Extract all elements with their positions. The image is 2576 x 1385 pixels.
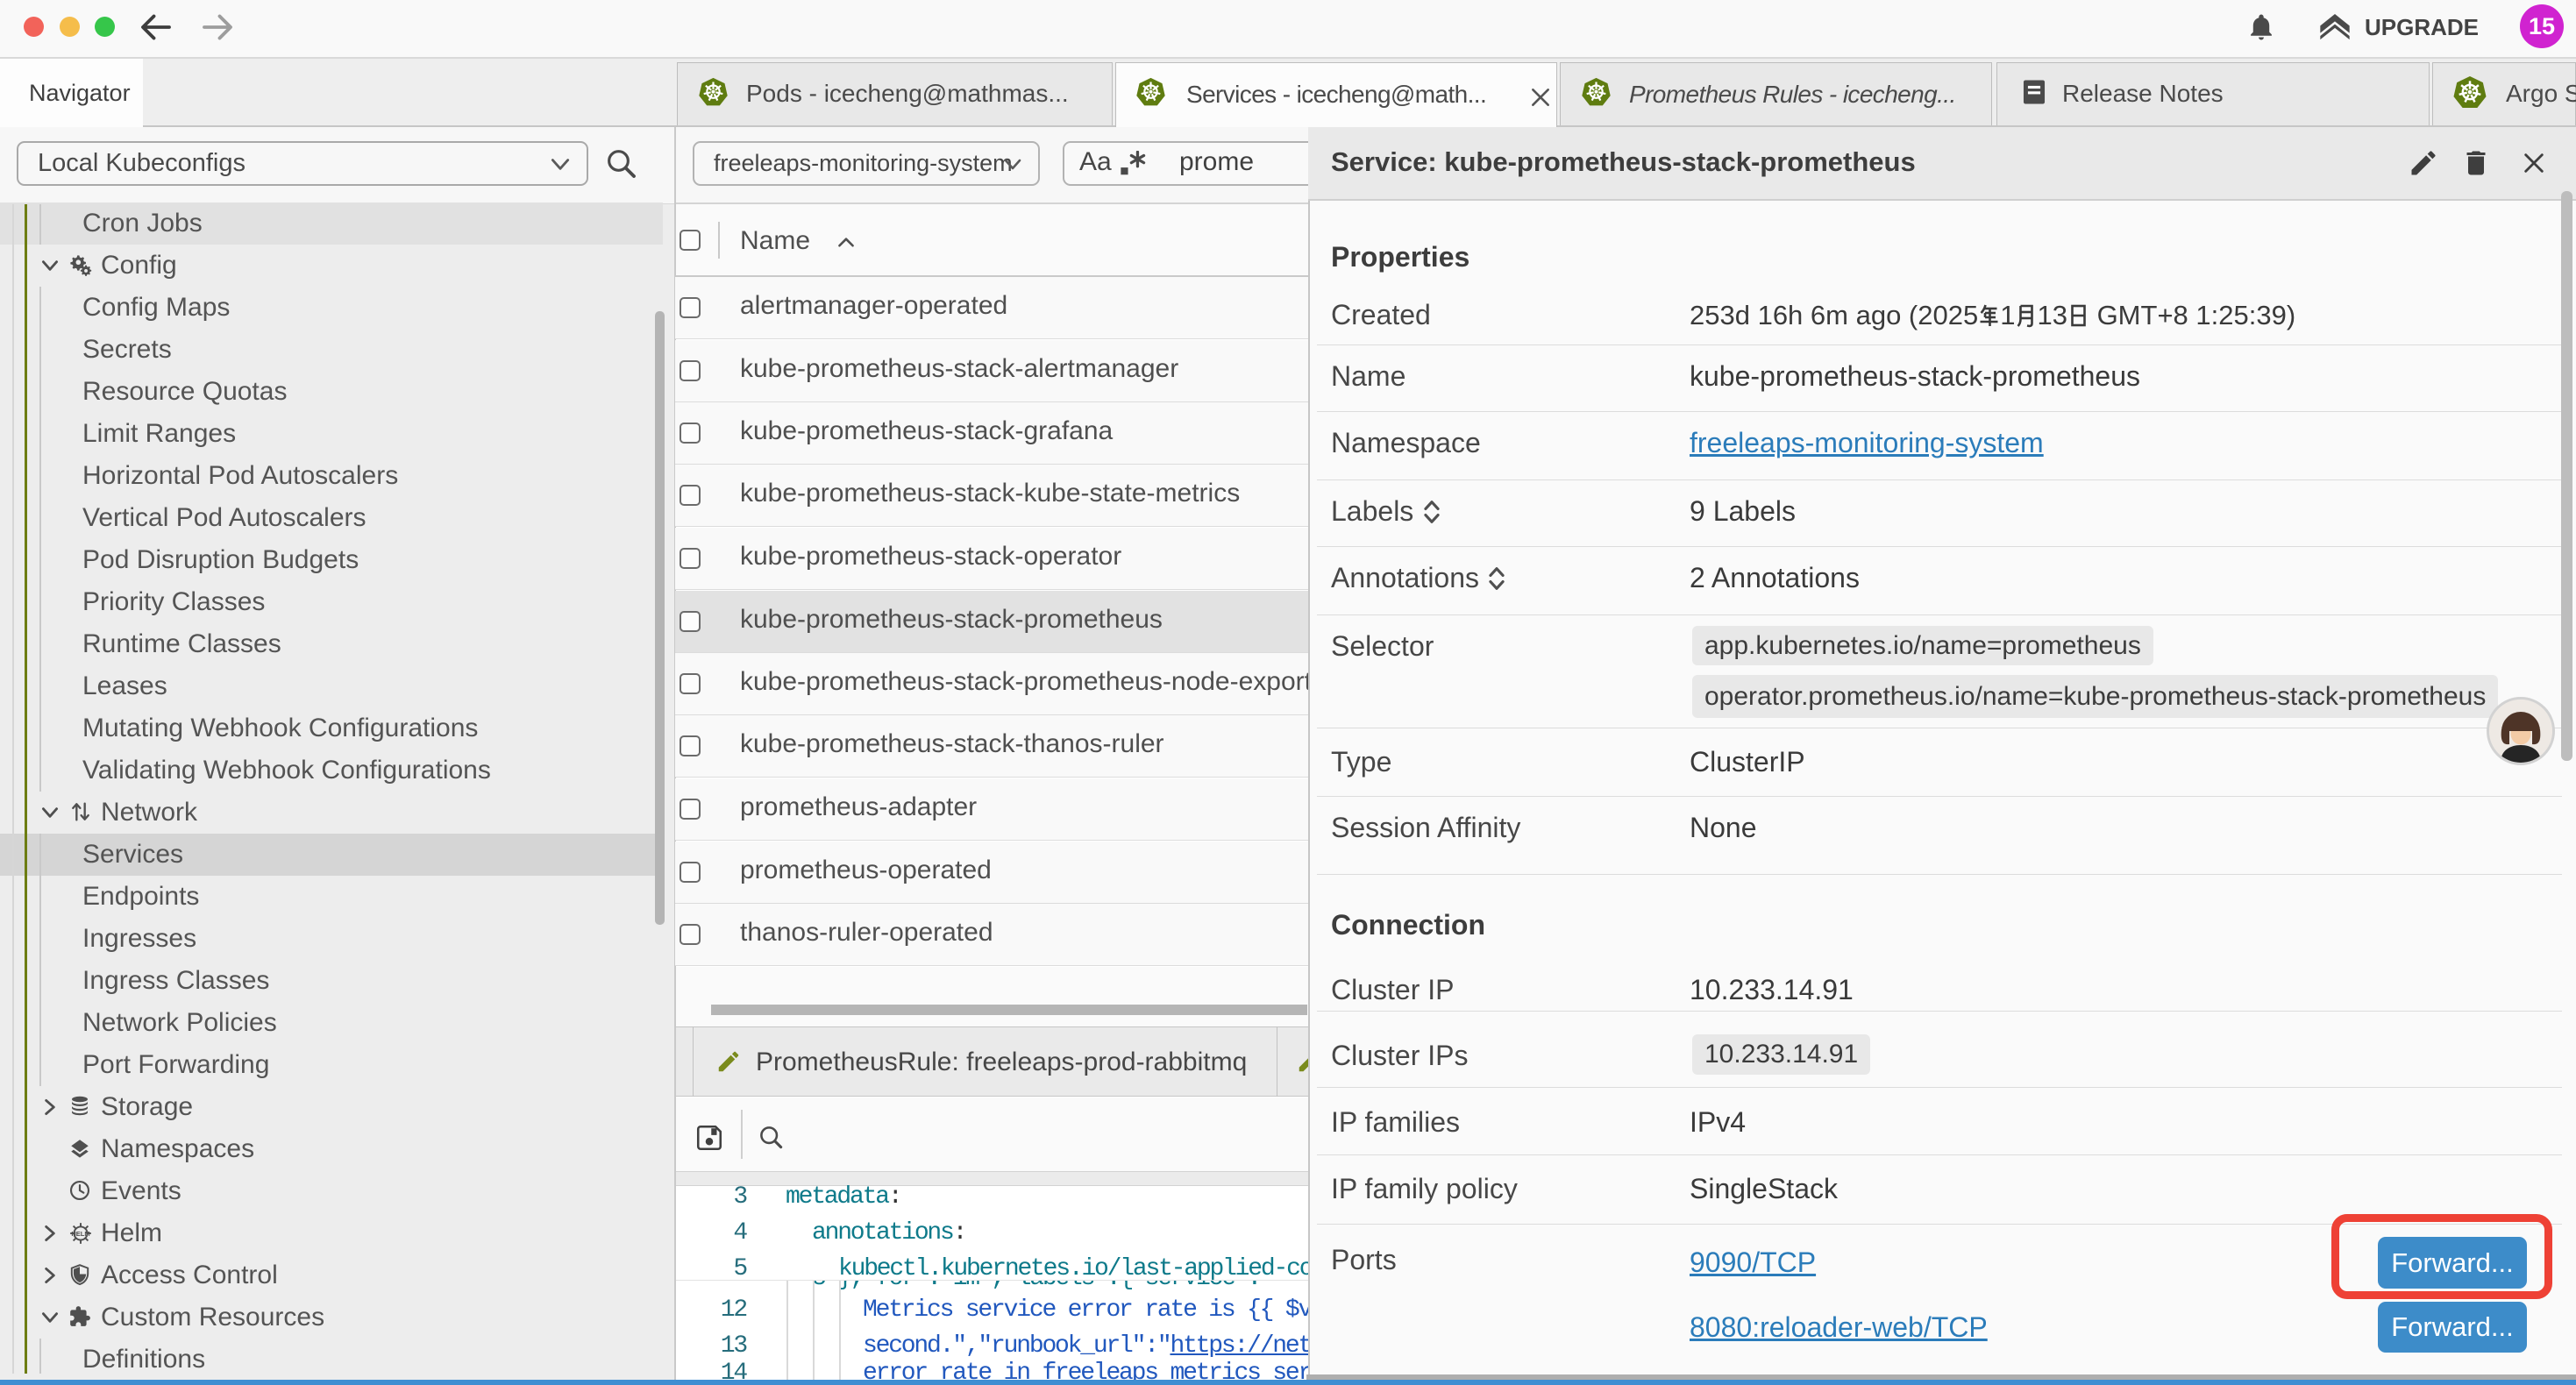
svg-text:HELM: HELM — [71, 1230, 89, 1238]
